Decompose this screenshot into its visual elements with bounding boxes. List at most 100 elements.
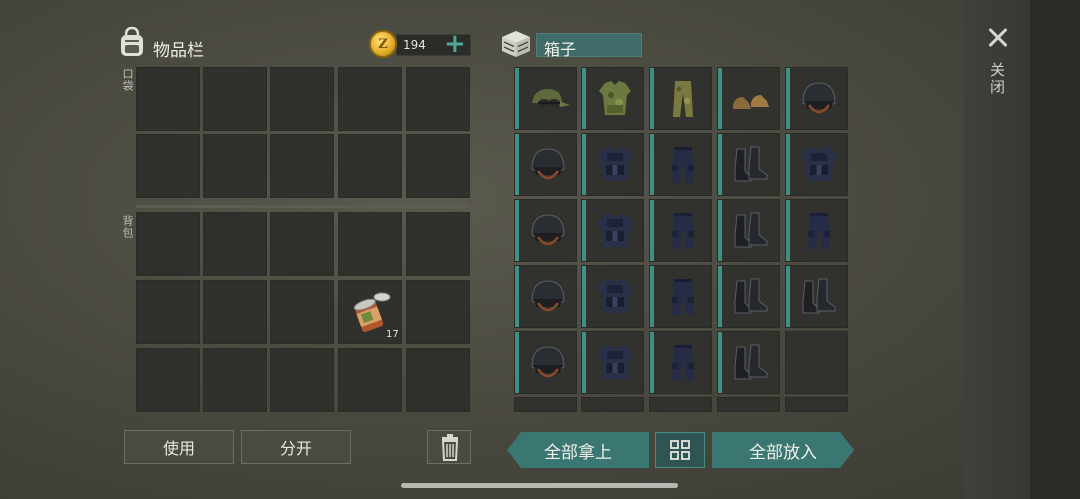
box-slot-police-helmet[interactable] [514, 265, 577, 328]
police-pants-icon [672, 213, 694, 249]
box-slot-police-pants[interactable] [649, 199, 712, 262]
box-slot-partial[interactable] [717, 397, 780, 412]
backpack-slot[interactable] [136, 212, 200, 276]
box-slot-police-vest[interactable] [785, 133, 848, 196]
slot-accent [786, 266, 790, 327]
backpack-slot[interactable] [136, 348, 200, 412]
police-pants-icon [672, 345, 694, 381]
backpack-slot[interactable] [406, 280, 470, 344]
police-boots-icon [802, 278, 836, 314]
screen-edge [1030, 0, 1080, 499]
box-slot-police-vest[interactable] [581, 199, 644, 262]
put-all-button[interactable]: 全部放入 [712, 432, 854, 468]
backpack-slot[interactable] [270, 212, 334, 276]
slot-accent [515, 200, 519, 261]
box-slot-partial[interactable] [581, 397, 644, 412]
backpack-slot-canned-food[interactable]: 17 [338, 280, 402, 344]
close-icon[interactable] [980, 22, 1016, 54]
backpack-slot[interactable] [338, 348, 402, 412]
backpack-label: 背包 [121, 215, 134, 239]
pocket-label: 口袋 [121, 68, 134, 92]
slot-accent [650, 68, 654, 129]
backpack-slot[interactable] [136, 280, 200, 344]
close-button[interactable] [980, 22, 1016, 54]
slot-accent [718, 200, 722, 261]
slot-accent [582, 68, 586, 129]
police-helmet-icon [531, 280, 565, 312]
pocket-slot[interactable] [270, 67, 334, 131]
box-slot-police-boots[interactable] [717, 331, 780, 394]
backpack-slot[interactable] [338, 212, 402, 276]
backpack-slot[interactable] [203, 348, 267, 412]
close-label[interactable]: 关闭 [988, 62, 1008, 96]
police-vest-icon [597, 147, 633, 181]
police-helmet-icon [531, 214, 565, 246]
pocket-slot[interactable] [338, 67, 402, 131]
slot-accent [718, 266, 722, 327]
pocket-slot[interactable] [203, 67, 267, 131]
item-count: 17 [386, 329, 399, 340]
camo-cap-icon [532, 89, 570, 107]
backpack-slot[interactable] [406, 212, 470, 276]
slot-accent [515, 266, 519, 327]
use-button[interactable]: 使用 [124, 430, 234, 464]
coin-count: 194 [403, 38, 426, 52]
police-vest-icon [597, 213, 633, 247]
split-button[interactable]: 分开 [241, 430, 351, 464]
pocket-slot[interactable] [338, 134, 402, 198]
pocket-slot[interactable] [270, 134, 334, 198]
box-slot-police-vest[interactable] [581, 265, 644, 328]
sort-button[interactable] [655, 432, 705, 468]
slot-accent [650, 200, 654, 261]
box-slot-police-boots[interactable] [717, 265, 780, 328]
slot-accent [650, 332, 654, 393]
box-slot-camo-vest[interactable] [581, 67, 644, 130]
police-helmet-icon [531, 148, 565, 180]
slot-accent [515, 68, 519, 129]
box-slot-police-helmet[interactable] [514, 133, 577, 196]
slot-accent [582, 200, 586, 261]
box-slot-partial[interactable] [785, 397, 848, 412]
box-slot-camo-cap[interactable] [514, 67, 577, 130]
box-slot-leather-shoes[interactable] [717, 67, 780, 130]
trash-icon [441, 434, 459, 461]
backpack-slot[interactable] [203, 212, 267, 276]
box-slot-police-vest[interactable] [581, 331, 644, 394]
police-helmet-icon [531, 346, 565, 378]
box-slot-police-helmet[interactable] [785, 67, 848, 130]
box-slot-police-boots[interactable] [717, 133, 780, 196]
add-coins-button[interactable]: + [444, 30, 466, 58]
box-slot-police-vest[interactable] [581, 133, 644, 196]
pocket-slot[interactable] [406, 134, 470, 198]
backpack-slot[interactable] [203, 280, 267, 344]
pocket-slot[interactable] [136, 134, 200, 198]
slot-accent [718, 332, 722, 393]
pocket-slot[interactable] [406, 67, 470, 131]
slot-accent [786, 68, 790, 129]
police-vest-icon [597, 279, 633, 313]
box-slot-police-boots[interactable] [717, 199, 780, 262]
backpack-icon [121, 26, 143, 56]
box-slot-empty[interactable] [785, 331, 848, 394]
backpack-slot[interactable] [406, 348, 470, 412]
pocket-slot[interactable] [136, 67, 200, 131]
box-slot-police-pants[interactable] [649, 331, 712, 394]
box-slot-police-pants[interactable] [649, 265, 712, 328]
slot-accent [650, 134, 654, 195]
sort-grid-icon [670, 440, 690, 460]
backpack-slot[interactable] [270, 348, 334, 412]
trash-button[interactable] [427, 430, 471, 464]
slot-accent [515, 134, 519, 195]
box-slot-partial[interactable] [514, 397, 577, 412]
pocket-slot[interactable] [203, 134, 267, 198]
box-slot-police-pants[interactable] [649, 133, 712, 196]
backpack-slot[interactable] [270, 280, 334, 344]
box-slot-police-boots[interactable] [785, 265, 848, 328]
box-slot-police-helmet[interactable] [514, 199, 577, 262]
take-all-button[interactable]: 全部拿上 [507, 432, 649, 468]
box-slot-police-pants[interactable] [785, 199, 848, 262]
camo-pants-icon [673, 81, 693, 117]
box-slot-camo-pants[interactable] [649, 67, 712, 130]
box-slot-partial[interactable] [649, 397, 712, 412]
box-slot-police-helmet[interactable] [514, 331, 577, 394]
